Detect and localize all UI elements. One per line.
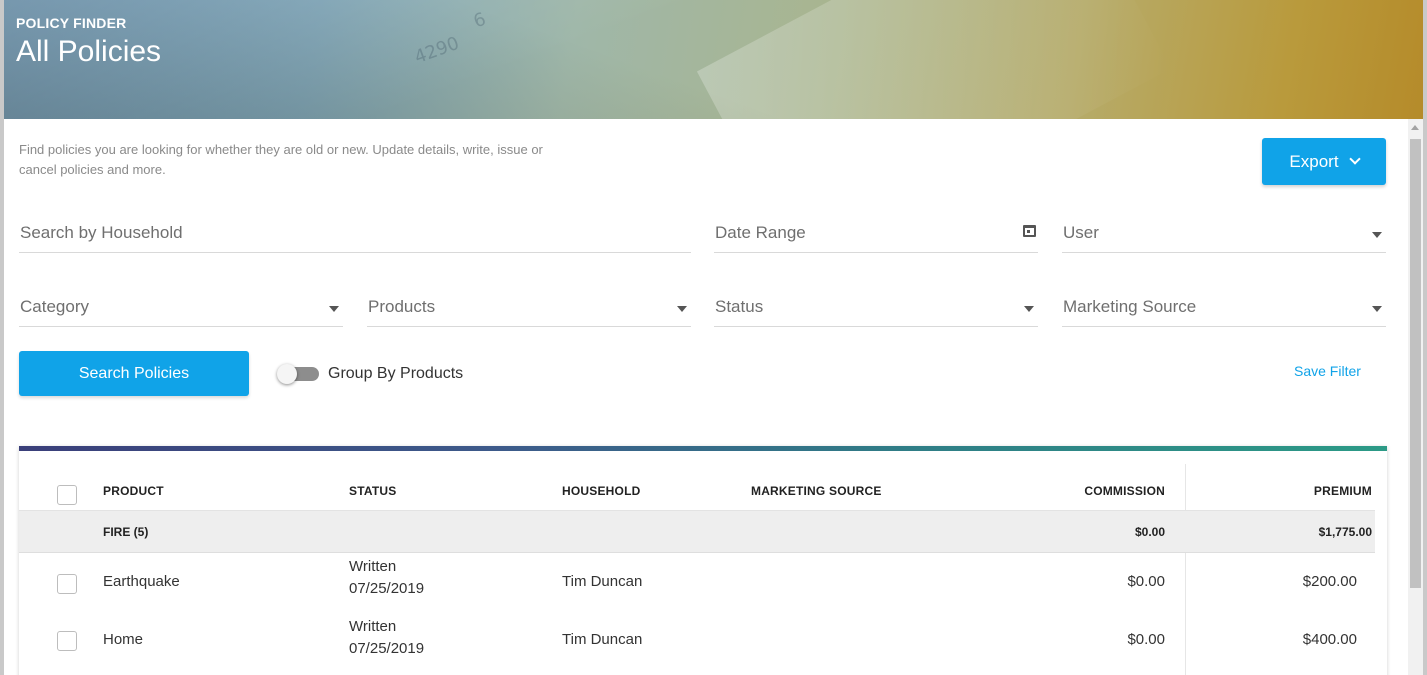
marketing-source-placeholder: Marketing Source [1063,297,1197,316]
group-premium: $1,775.00 [1318,525,1372,539]
household-search-placeholder: Search by Household [20,223,183,242]
marketing-source-select[interactable]: Marketing Source [1062,291,1386,327]
page-scrollbar[interactable] [1408,119,1423,675]
dropdown-arrow-icon [1024,306,1034,312]
date-range-placeholder: Date Range [715,223,806,242]
status-select-placeholder: Status [715,297,764,316]
column-header-premium[interactable]: PREMIUM [1314,484,1372,498]
page-eyebrow: POLICY FINDER [16,15,127,31]
category-select-placeholder: Category [20,297,89,316]
toggle-knob [277,364,297,384]
scroll-up-arrow-icon[interactable] [1411,125,1419,130]
column-header-household[interactable]: HOUSEHOLD [562,484,640,498]
group-label: FIRE (5) [103,525,149,539]
row-premium: $200.00 [1302,573,1357,590]
user-select[interactable]: User [1062,217,1386,253]
hero-banner: 4290 6 POLICY FINDER All Policies [4,0,1423,119]
table-row[interactable]: Home Written 07/25/2019 Tim Duncan $0.00… [19,613,1375,673]
card-accent-bar [19,446,1387,451]
group-row[interactable]: FIRE (5) $0.00 $1,775.00 [19,511,1375,553]
row-commission: $0.00 [1127,631,1165,648]
calendar-icon[interactable] [1023,225,1036,237]
row-checkbox[interactable] [57,631,77,651]
page-title: All Policies [16,35,162,68]
products-select[interactable]: Products [367,291,691,327]
column-header-product[interactable]: PRODUCT [103,484,164,498]
scrollbar-thumb[interactable] [1410,139,1421,588]
row-household: Tim Duncan [562,631,643,648]
category-select[interactable]: Category [19,291,343,327]
column-header-status[interactable]: STATUS [349,484,396,498]
dropdown-arrow-icon [329,306,339,312]
row-status-date: 07/25/2019 [349,580,425,597]
export-button[interactable]: Export [1262,138,1386,185]
group-by-products-toggle[interactable] [277,364,321,384]
row-checkbox[interactable] [57,574,77,594]
row-commission: $0.00 [1127,573,1165,590]
select-all-checkbox[interactable] [57,485,77,505]
dropdown-arrow-icon [1372,232,1382,238]
row-product: Home [103,631,144,648]
chevron-down-icon [1348,153,1361,165]
date-range-field[interactable]: Date Range [714,217,1038,253]
row-status: Written 07/25/2019 [349,556,424,600]
dropdown-arrow-icon [677,306,687,312]
window-border-right [1423,0,1427,675]
column-header-marketing-source[interactable]: MARKETING SOURCE [751,484,882,498]
policy-finder-page: 4290 6 POLICY FINDER All Policies Find p… [4,0,1423,675]
hero-overlay [4,0,1423,119]
household-search-input[interactable]: Search by Household [19,217,691,253]
page-description: Find policies you are looking for whethe… [19,142,543,177]
group-commission: $0.00 [1134,525,1165,539]
row-status-date: 07/25/2019 [349,640,425,657]
group-by-products-label: Group By Products [328,365,464,382]
row-status-text: Written [349,558,397,575]
status-select[interactable]: Status [714,291,1038,327]
row-household: Tim Duncan [562,573,643,590]
products-select-placeholder: Products [368,297,436,316]
column-header-commission[interactable]: COMMISSION [1084,484,1165,498]
table-row[interactable]: Earthquake Written 07/25/2019 Tim Duncan… [19,553,1375,613]
export-button-label: Export [1289,151,1339,171]
row-premium: $400.00 [1302,631,1357,648]
save-filter-link[interactable]: Save Filter [1294,363,1361,379]
row-status-text: Written [349,618,397,635]
dropdown-arrow-icon [1372,306,1382,312]
row-product: Earthquake [103,573,180,590]
policies-table: PRODUCT STATUS HOUSEHOLD MARKETING SOURC… [19,446,1387,675]
row-status: Written 07/25/2019 [349,616,424,660]
user-select-placeholder: User [1063,223,1099,242]
search-policies-label: Search Policies [78,364,190,382]
search-policies-button[interactable]: Search Policies [19,351,249,396]
